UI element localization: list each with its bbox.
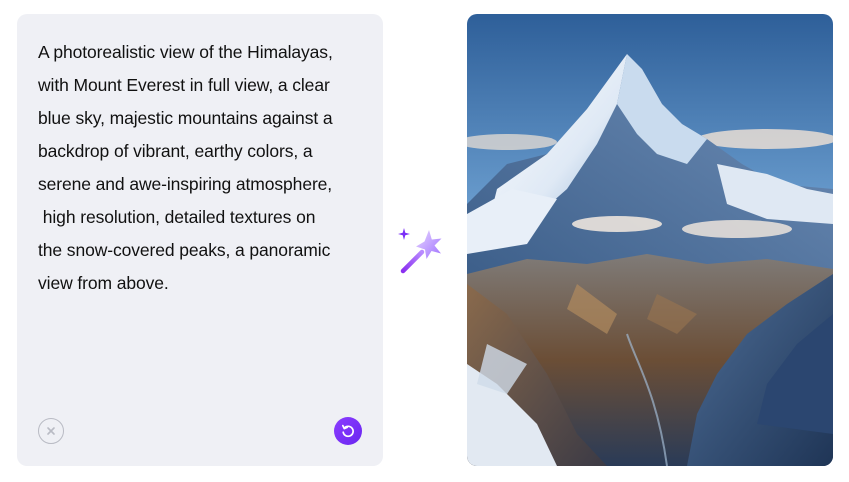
text-to-image-demo: A photorealistic view of the Himalayas, … <box>0 0 849 482</box>
prompt-card: A photorealistic view of the Himalayas, … <box>17 14 383 466</box>
close-icon <box>47 427 55 435</box>
prompt-text[interactable]: A photorealistic view of the Himalayas, … <box>38 36 368 300</box>
generated-image <box>467 14 833 466</box>
mountain-landscape-image <box>467 14 833 466</box>
clear-button[interactable] <box>38 418 64 444</box>
regenerate-button[interactable] <box>334 417 362 445</box>
magic-wand-icon <box>398 228 442 274</box>
refresh-icon <box>341 424 354 438</box>
